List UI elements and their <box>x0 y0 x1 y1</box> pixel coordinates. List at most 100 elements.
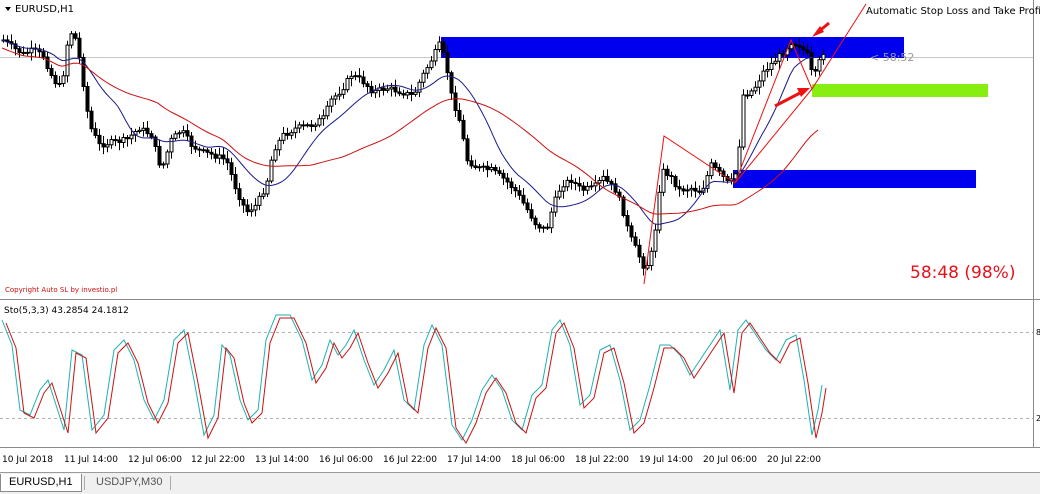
candle-body <box>545 226 550 229</box>
candle-body <box>393 86 398 93</box>
stochastic-subwindow[interactable]: Sto(5,3,3) 43.2854 24.1812 8 2 10 Jul 20… <box>0 300 1040 472</box>
candle-body <box>97 134 102 145</box>
candle-body <box>361 76 366 85</box>
candle-body <box>205 149 210 153</box>
demand-zone[interactable] <box>733 170 976 188</box>
candle-body <box>577 182 582 187</box>
candle-body <box>457 109 462 121</box>
candle-body <box>633 236 638 246</box>
candle-body <box>425 67 430 74</box>
candle-body <box>505 177 510 183</box>
candle-body <box>317 118 322 126</box>
candle-body <box>53 74 58 85</box>
candle-body <box>573 181 578 184</box>
candle-body <box>661 168 666 193</box>
time-label: 11 Jul 14:00 <box>64 455 118 465</box>
time-label: 13 Jul 14:00 <box>255 455 309 465</box>
candle-body <box>565 179 570 188</box>
candle-body <box>501 172 506 179</box>
candle-body <box>697 190 702 193</box>
tab-separator <box>170 476 171 490</box>
copyright-label: Copyright Auto SL by investio.pl <box>5 286 117 294</box>
candle-body <box>301 124 306 127</box>
candle-body <box>553 196 558 213</box>
candle-body <box>161 163 166 166</box>
candle-body <box>365 83 370 88</box>
candle-body <box>385 88 390 91</box>
tab-usdjpy-m30[interactable]: USDJPY,M30 <box>88 474 170 491</box>
candle-body <box>41 51 46 58</box>
price-chart[interactable]: < 58:52 EURUSD,H1 Automatic Stop Loss an… <box>0 0 1040 300</box>
candle-body <box>77 37 82 58</box>
candle-body <box>489 167 494 171</box>
candle-body <box>481 165 486 168</box>
candle-body <box>57 82 62 85</box>
take-profit-zone[interactable] <box>812 84 988 97</box>
candle-body <box>453 92 458 111</box>
candle-body <box>581 185 586 191</box>
candle-body <box>429 60 434 69</box>
candle-body <box>389 86 394 90</box>
candle-body <box>313 124 318 127</box>
candle-body <box>145 127 150 135</box>
candle-body <box>513 187 518 192</box>
candle-body <box>281 132 286 141</box>
candle-body <box>113 139 118 142</box>
candle-body <box>337 93 342 97</box>
candle-body <box>773 60 778 64</box>
candle-body <box>533 217 538 226</box>
candle-body <box>149 133 154 138</box>
candle-body <box>229 162 234 175</box>
candle-body <box>433 49 438 62</box>
candle-body <box>413 91 418 95</box>
candle-body <box>637 244 642 258</box>
candle-body <box>605 175 610 182</box>
time-label: 18 Jul 06:00 <box>511 455 565 465</box>
time-label: 12 Jul 22:00 <box>191 455 245 465</box>
candle-body <box>329 98 334 107</box>
candle-body <box>761 70 766 82</box>
tab-eurusd-h1[interactable]: EURUSD,H1 <box>0 474 82 492</box>
candle-body <box>557 190 562 198</box>
candle-body <box>141 127 146 131</box>
candle-body <box>273 149 278 161</box>
candle-body <box>45 56 50 70</box>
candle-body <box>197 148 202 151</box>
candle-body <box>73 33 78 39</box>
trading-chart-window: < 58:52 EURUSD,H1 Automatic Stop Loss an… <box>0 0 1040 494</box>
candle-body <box>765 69 770 72</box>
candle-body <box>621 196 626 216</box>
candle-body <box>777 53 782 62</box>
candle-body <box>157 145 162 166</box>
supply-zone[interactable] <box>441 37 904 58</box>
candle-body <box>689 187 694 191</box>
candle-body <box>137 129 142 133</box>
candle-body <box>681 188 686 192</box>
candle-body <box>745 94 750 97</box>
candle-body <box>305 124 310 127</box>
time-label: 20 Jul 06:00 <box>703 455 757 465</box>
candle-body <box>225 158 230 164</box>
candle-body <box>249 209 254 213</box>
candle-body <box>405 91 410 96</box>
candle-body <box>321 115 326 120</box>
candle-body <box>805 49 810 54</box>
time-label: 20 Jul 22:00 <box>767 455 821 465</box>
candle-body <box>49 68 54 76</box>
candle-body <box>569 179 574 183</box>
candle-body <box>181 130 186 134</box>
candle-body <box>437 41 442 51</box>
candle-body <box>109 139 114 146</box>
time-label: 12 Jul 06:00 <box>128 455 182 465</box>
candle-body <box>177 132 182 135</box>
candle-body <box>309 124 314 127</box>
candle-body <box>125 137 130 140</box>
candle-body <box>373 89 378 94</box>
candle-body <box>409 91 414 95</box>
candle-body <box>129 134 134 140</box>
stoch-level-high-label: 8 <box>1036 328 1040 337</box>
candle-body <box>349 75 354 80</box>
candle-body <box>789 44 794 50</box>
candle-body <box>185 130 190 137</box>
candle-body <box>297 124 302 129</box>
